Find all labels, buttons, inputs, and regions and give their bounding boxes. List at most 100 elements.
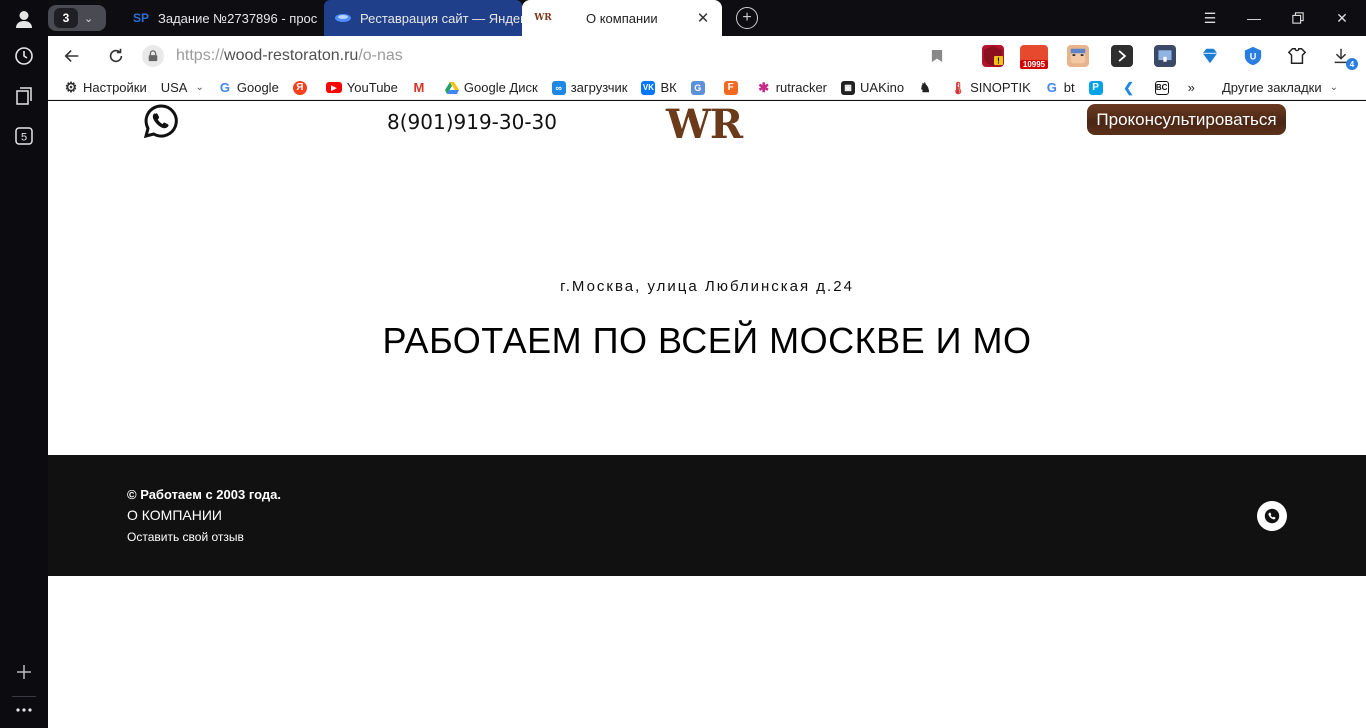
k-icon: ❮ <box>1123 79 1135 95</box>
rutracker-icon: ✱ <box>758 79 770 95</box>
footer-whatsapp-icon[interactable] <box>1257 501 1287 531</box>
gmail-icon: M <box>413 80 425 95</box>
ublock-extension-icon[interactable]: ! <box>982 45 1004 67</box>
translate-icon: G <box>690 80 705 95</box>
bookmark-youtube[interactable]: ▶ YouTube <box>325 80 398 95</box>
site-logo[interactable]: WR <box>666 101 743 148</box>
restore-icon[interactable] <box>1288 8 1308 28</box>
url-path: /o-nas <box>358 47 403 64</box>
wr-favicon-icon: WR <box>534 13 552 23</box>
bookmark-bt[interactable]: G bt <box>1045 80 1075 95</box>
consult-button[interactable]: Проконсультироваться <box>1087 104 1286 135</box>
more-icon[interactable] <box>12 698 36 722</box>
bookmark-label: YouTube <box>346 80 398 95</box>
svg-text:5: 5 <box>21 132 27 144</box>
reload-icon[interactable] <box>105 45 127 67</box>
loop-icon: ∞ <box>551 80 566 95</box>
site-footer: © Работаем с 2003 года. О КОМПАНИИ Остав… <box>48 455 1366 576</box>
url-host: wood-restoraton.ru <box>224 47 359 64</box>
svg-text:!: ! <box>997 57 1000 66</box>
gear-icon: ⚙ <box>64 79 78 95</box>
bookmark-bc[interactable]: BC <box>1154 80 1174 95</box>
menu-icon[interactable]: ☰ <box>1200 8 1220 28</box>
bookmark-vk[interactable]: VK ВК <box>641 80 677 95</box>
drive-icon <box>444 81 459 95</box>
bookmark-yandex[interactable]: Я <box>292 80 312 95</box>
p-icon: P <box>1088 80 1103 95</box>
tab-task[interactable]: SP Задание №2737896 - прос <box>122 0 320 36</box>
bookmark-f[interactable]: F <box>723 80 743 95</box>
address-bar[interactable]: https://wood-restoraton.ru/o-nas <box>142 42 942 70</box>
new-tab-button[interactable]: + <box>736 7 758 29</box>
downloads-icon[interactable]: 4 <box>1330 45 1358 70</box>
bookmark-k[interactable]: ❮ <box>1122 79 1141 95</box>
diamond-extension-icon[interactable] <box>1199 45 1221 67</box>
film-icon: ▦ <box>841 80 856 95</box>
browser-toolbar: https://wood-restoraton.ru/o-nas ! 10995… <box>48 36 1366 76</box>
tab-restoration-disk[interactable]: Реставрация сайт — Яндек <box>324 0 522 36</box>
other-bookmarks-folder[interactable]: Другие закладки ⌄ <box>1222 80 1338 95</box>
bookmark-settings[interactable]: ⚙ Настройки <box>64 79 147 95</box>
bookmark-folder-usa[interactable]: USA ⌄ <box>161 80 204 95</box>
bookmark-sinoptik[interactable]: 🌡 SINOPTIK <box>950 80 1031 95</box>
bookmark-rutracker[interactable]: ✱ rutracker <box>757 79 828 96</box>
bookmark-google[interactable]: G Google <box>218 80 279 95</box>
tab-title: Реставрация сайт — Яндек <box>360 10 522 26</box>
thermometer-icon: 🌡 <box>950 80 966 95</box>
f-icon: F <box>723 80 738 95</box>
bookmark-p[interactable]: P <box>1088 80 1108 95</box>
bookmark-label: bt <box>1063 80 1075 95</box>
minimize-icon[interactable]: — <box>1244 8 1264 28</box>
svg-text:U: U <box>1250 52 1257 62</box>
bookmark-translate[interactable]: G <box>690 80 710 95</box>
bookmark-label: загрузчик <box>570 80 628 95</box>
page-headline: РАБОТАЕМ ПО ВСЕЙ МОСКВЕ И МО <box>382 320 1032 361</box>
mail-counter-icon[interactable]: 5 <box>12 124 36 148</box>
bookmark-label: SINOPTIK <box>970 80 1031 95</box>
vk-icon: VK <box>641 80 656 95</box>
chevron-down-icon: ⌄ <box>1329 82 1338 93</box>
web-page: 8(901)919-30-30 WR Проконсультироваться … <box>48 101 1366 728</box>
bookmark-label: Другие закладки <box>1222 80 1322 95</box>
tab-count: 3 <box>54 8 78 28</box>
close-icon[interactable]: ✕ <box>694 9 712 27</box>
google-icon: G <box>1046 80 1057 95</box>
add-panel-icon[interactable] <box>12 660 36 684</box>
lock-icon[interactable] <box>142 45 164 67</box>
bookmark-google-drive[interactable]: Google Диск <box>444 80 538 95</box>
collections-icon[interactable] <box>12 84 36 108</box>
downloads-badge: 4 <box>1346 58 1358 70</box>
close-window-icon[interactable]: ✕ <box>1332 8 1352 28</box>
profile-icon[interactable] <box>12 7 36 31</box>
bookmark-chess[interactable]: ♞ <box>918 80 937 95</box>
dark-extension-icon[interactable] <box>1111 45 1133 67</box>
footer-link-review[interactable]: Оставить свой отзыв <box>127 530 244 544</box>
bookmarks-overflow-button[interactable]: » <box>1188 80 1195 95</box>
bookmark-gmail[interactable]: M <box>412 80 431 95</box>
bookmark-downloader[interactable]: ∞ загрузчик <box>551 80 628 95</box>
url-scheme: https:// <box>176 47 225 64</box>
header-phone[interactable]: 8(901)919-30-30 <box>387 110 557 134</box>
media-extension-icon[interactable] <box>1154 45 1176 67</box>
bookmark-label: ВК <box>660 80 677 95</box>
tab-about-active[interactable]: WR О компании ✕ <box>522 0 722 36</box>
youtube-icon: ▶ <box>325 82 342 93</box>
avatar-extension-icon[interactable] <box>1067 45 1089 67</box>
google-icon: G <box>219 80 230 95</box>
back-arrow-icon[interactable] <box>61 45 83 67</box>
chevron-down-icon: ⌄ <box>84 12 94 25</box>
bc-icon: BC <box>1154 80 1169 95</box>
tab-counter-button[interactable]: 3 ⌄ <box>48 5 106 31</box>
shield-extension-icon[interactable]: U <box>1242 45 1264 67</box>
bookmark-icon[interactable] <box>926 45 948 67</box>
whatsapp-icon[interactable] <box>143 103 179 139</box>
yandex-icon: Я <box>292 80 307 95</box>
shirt-extension-icon[interactable] <box>1286 45 1308 67</box>
bookmark-label: USA <box>160 80 188 95</box>
bookmark-label: rutracker <box>775 80 828 95</box>
footer-link-about[interactable]: О КОМПАНИИ <box>127 507 222 523</box>
bookmark-label: Google <box>236 80 279 95</box>
history-icon[interactable] <box>12 44 36 68</box>
bookmark-uakino[interactable]: ▦ UAKino <box>841 80 904 95</box>
counter-extension-icon[interactable]: 10995 <box>1020 45 1048 69</box>
